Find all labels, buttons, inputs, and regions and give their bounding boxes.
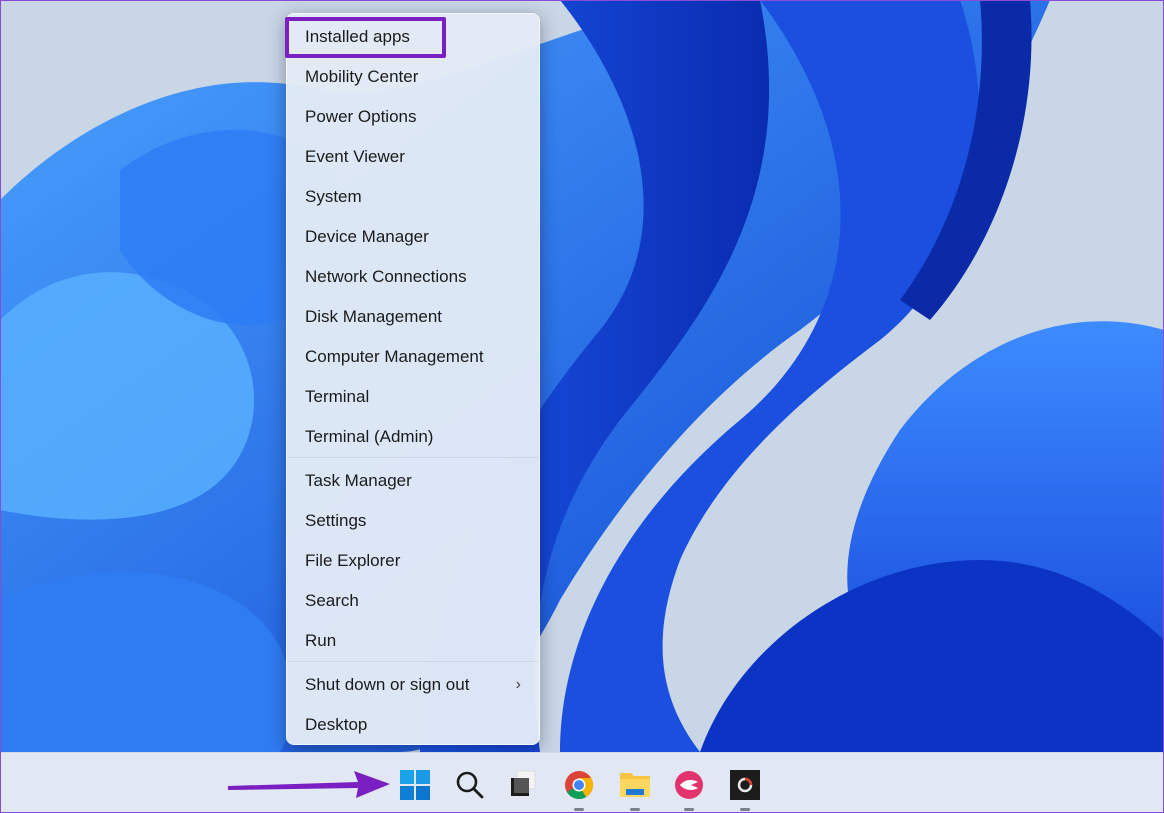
menu-item-system[interactable]: System [287,179,539,215]
taskbar-app-file-explorer[interactable] [615,765,655,811]
skitch-icon [675,771,703,799]
taskbar-app-chrome[interactable] [559,765,599,811]
menu-item-label: Terminal (Admin) [305,427,434,446]
menu-item-label: Computer Management [305,347,484,366]
menu-item-network-connections[interactable]: Network Connections [287,259,539,295]
menu-item-desktop[interactable]: Desktop [287,707,539,743]
menu-item-task-manager[interactable]: Task Manager [287,463,539,499]
windows-logo-icon [400,770,430,800]
menu-item-label: Device Manager [305,227,429,246]
menu-item-label: Run [305,631,337,650]
menu-item-label: Event Viewer [305,147,405,166]
chevron-right-icon: › [515,676,521,693]
highlight-box-annotation [285,17,446,58]
taskbar-app-recorder[interactable] [725,765,765,811]
recorder-icon [730,770,760,800]
menu-item-mobility-center[interactable]: Mobility Center [287,59,539,95]
menu-item-device-manager[interactable]: Device Manager [287,219,539,255]
menu-item-label: Task Manager [305,471,412,490]
start-button[interactable] [395,765,435,805]
taskbar [0,752,1164,813]
menu-item-shut-down-or-sign-out[interactable]: Shut down or sign out › [287,667,539,703]
menu-item-label: Shut down or sign out [305,675,470,694]
search-button[interactable] [450,765,490,805]
menu-item-label: Disk Management [305,307,443,326]
menu-item-run[interactable]: Run [287,623,539,659]
menu-separator [288,457,538,458]
menu-item-settings[interactable]: Settings [287,503,539,539]
menu-separator [288,661,538,662]
menu-item-file-explorer[interactable]: File Explorer [287,543,539,579]
arrow-annotation-icon [228,771,390,798]
menu-item-label: Network Connections [305,267,467,286]
search-icon [456,771,484,799]
menu-item-power-options[interactable]: Power Options [287,99,539,135]
bloom-wallpaper-graphic [0,0,1164,752]
menu-item-event-viewer[interactable]: Event Viewer [287,139,539,175]
menu-item-label: Terminal [305,387,370,406]
menu-item-label: Power Options [305,107,417,126]
menu-item-label: Settings [305,511,367,530]
menu-item-terminal-admin[interactable]: Terminal (Admin) [287,419,539,455]
quick-link-menu: Installed apps Mobility Center Power Optio… [286,13,540,745]
menu-item-label: System [305,187,362,206]
running-indicator [574,808,584,811]
menu-item-terminal[interactable]: Terminal [287,379,539,415]
menu-item-label: File Explorer [305,551,401,570]
menu-item-disk-management[interactable]: Disk Management [287,299,539,335]
menu-item-label: Desktop [305,715,368,734]
running-indicator [630,808,640,811]
folder-icon [620,773,650,797]
taskbar-app-skitch[interactable] [669,765,709,811]
menu-item-label: Search [305,591,359,610]
task-view-icon [511,770,536,796]
chrome-icon [565,771,593,799]
menu-item-computer-management[interactable]: Computer Management [287,339,539,375]
menu-item-search[interactable]: Search [287,583,539,619]
task-view-button[interactable] [503,765,543,805]
desktop-wallpaper [0,0,1164,752]
menu-item-label: Mobility Center [305,67,419,86]
running-indicator [740,808,750,811]
running-indicator [684,808,694,811]
